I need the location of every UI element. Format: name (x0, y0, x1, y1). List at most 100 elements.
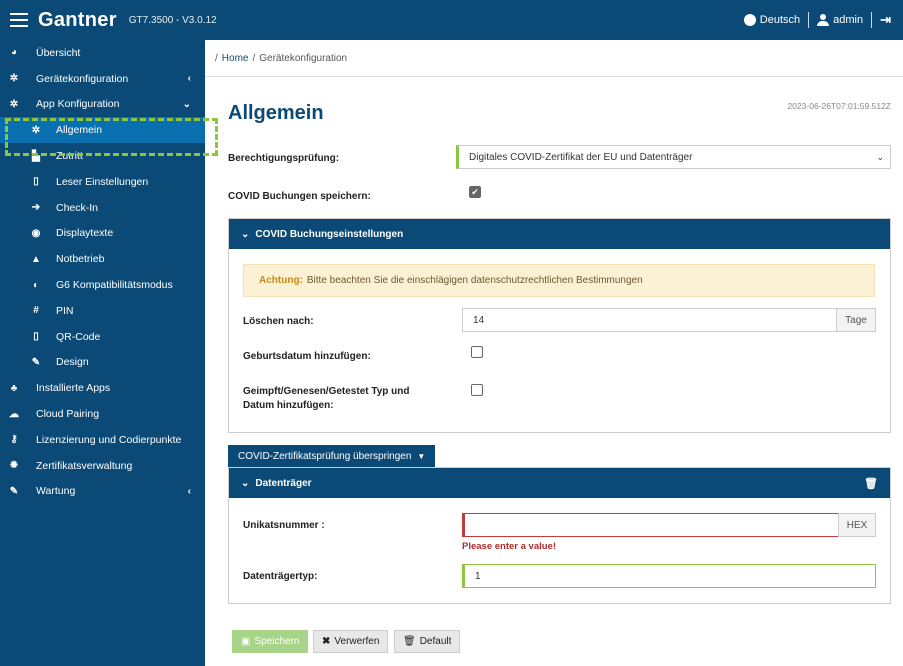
pie-chart-icon: ◕ (10, 47, 18, 59)
sidebar-item-zertifikatsverwaltung[interactable]: ✹ Zertifikatsverwaltung (0, 453, 205, 479)
default-button[interactable]: 🗑 Default (394, 630, 461, 653)
save-bookings-label: COVID Buchungen speichern: (228, 191, 371, 202)
floppy-icon: ▣ (241, 636, 251, 647)
caret-down-icon: ▼ (417, 451, 426, 461)
delete-after-label: Löschen nach: (243, 316, 314, 327)
unique-number-label: Unikatsnummer : (243, 520, 325, 531)
main-content: / Home / Gerätekonfiguration Allgemein 2… (205, 40, 903, 666)
sidebar-item-qr-code[interactable]: ▯ QR-Code (0, 324, 205, 350)
top-bar: Gantner GT7.3500 - V3.0.12 Deutsch admin… (0, 0, 903, 40)
logout-icon[interactable]: ⇥ (880, 12, 891, 28)
sidebar-item-pin[interactable]: # PIN (0, 298, 205, 324)
sidebar-item-label: Cloud Pairing (36, 408, 100, 421)
cogs-icon: ✲ (9, 98, 19, 110)
chevron-down-icon: ⌄ (182, 98, 191, 110)
user-icon (817, 14, 830, 27)
covid-settings-panel: ⌄ COVID Buchungseinstellungen Achtung: B… (228, 218, 891, 433)
sidebar-item-notbetrieb[interactable]: ▲ Notbetrieb (0, 246, 205, 272)
divider (871, 12, 873, 28)
hash-icon: # (33, 305, 39, 317)
qrcode-icon: ▯ (33, 331, 39, 343)
sidebar-item-label: QR-Code (56, 330, 101, 343)
sidebar-item-allgemein[interactable]: ✲ Allgemein (0, 117, 205, 144)
sidebar-item-displaytexte[interactable]: ◉ Displaytexte (0, 221, 205, 247)
sidebar-item-label: Gerätekonfiguration (36, 72, 129, 85)
sidebar-item-app-konfiguration[interactable]: ✲ App Konfiguration ⌄ (0, 92, 205, 118)
chevron-down-icon: ⌄ (241, 477, 250, 489)
breadcrumb: / Home / Gerätekonfiguration (205, 40, 903, 77)
brush-icon: ✎ (31, 356, 41, 368)
covid-panel-header[interactable]: ⌄ COVID Buchungseinstellungen (229, 219, 890, 249)
sidebar-item-leser-einstellungen[interactable]: ▯ Leser Einstellungen (0, 169, 205, 195)
sidebar-item-label: App Konfiguration (36, 98, 120, 111)
breadcrumb-separator: / (252, 52, 256, 64)
save-bookings-checkbox[interactable]: ✔ (469, 186, 481, 198)
globe-icon (743, 14, 756, 27)
birthdate-label: Geburtsdatum hinzufügen: (243, 351, 371, 362)
save-button[interactable]: ▣ Speichern (232, 630, 309, 653)
sidebar-item-label: Design (56, 356, 89, 369)
sidebar-item-lizenzierung-und-codierpunkte[interactable]: ⚷ Lizenzierung und Codierpunkte (0, 427, 205, 453)
divider (808, 12, 810, 28)
sidebar-item-label: Installierte Apps (36, 382, 111, 395)
permission-label: Berechtigungsprüfung: (228, 153, 340, 164)
sidebar-item-label: Lizenzierung und Codierpunkte (36, 433, 182, 446)
sidebar-item-check-in[interactable]: ➔ Check-In (0, 195, 205, 221)
sidebar-item-label: Zertifikatsverwaltung (36, 459, 133, 472)
cog-icon: ✲ (31, 124, 41, 136)
trash-icon[interactable]: 🗑 (864, 477, 878, 490)
skip-check-dropdown[interactable]: COVID-Zertifikatsprüfung überspringen ▼ (228, 445, 436, 467)
delete-after-input[interactable]: 14 (462, 308, 837, 332)
sitemap-icon: ♣ (10, 382, 18, 394)
sidebar-item-label: Displaytexte (56, 227, 114, 240)
door-icon: ▙ (32, 150, 40, 162)
page-title: Allgemein (228, 102, 324, 124)
media-panel-header[interactable]: ⌄ Datenträger 🗑 (229, 468, 890, 498)
sidebar-item-label: Wartung (36, 485, 76, 498)
unique-number-input[interactable] (462, 513, 839, 537)
sidebar-item-label: Notbetrieb (56, 253, 105, 266)
version-label: GT7.3500 - V3.0.12 (128, 14, 217, 26)
sidebar-item-gerätekonfiguration[interactable]: ✲ Gerätekonfiguration ‹ (0, 66, 205, 92)
certificate-icon: ✹ (9, 460, 19, 472)
permission-select[interactable]: Digitales COVID-Zertifikat der EU und Da… (456, 145, 891, 169)
sidebar: ◕ Übersicht ✲ Gerätekonfiguration ‹ ✲ App Konf… (0, 40, 205, 666)
sidebar-item-g6-kompatibilitätsmodus[interactable]: ◐ G6 Kompatibilitätsmodus (0, 272, 205, 298)
days-unit-addon: Tage (836, 308, 876, 332)
sidebar-item-label: Check-In (56, 201, 99, 214)
hamburger-menu-icon[interactable] (10, 13, 28, 27)
sidebar-item-zutritt[interactable]: ▙ Zutritt (0, 143, 205, 169)
vacc-type-checkbox[interactable] (471, 384, 483, 396)
warning-icon: ▲ (31, 253, 41, 265)
globe-icon: ◉ (31, 227, 41, 239)
media-panel: ⌄ Datenträger 🗑 Unikatsnummer : HEX Plea… (228, 467, 891, 604)
sidebar-item-label: PIN (56, 304, 74, 317)
sidebar-item-design[interactable]: ✎ Design (0, 350, 205, 376)
sidebar-item-übersicht[interactable]: ◕ Übersicht (0, 40, 205, 66)
breadcrumb-current[interactable]: Gerätekonfiguration (259, 53, 347, 64)
sidebar-item-label: Leser Einstellungen (56, 175, 149, 188)
shield-icon: ◐ (32, 279, 40, 291)
breadcrumb-home[interactable]: Home (222, 53, 249, 64)
chevron-left-icon: ‹ (187, 485, 191, 497)
chevron-down-icon: ⌄ (876, 151, 884, 162)
discard-button[interactable]: ✖ Verwerfen (313, 630, 389, 653)
chevron-left-icon: ‹ (187, 73, 191, 85)
sign-in-icon: ➔ (31, 202, 41, 214)
timestamp: 2023-06-26T07:01:59.512Z (787, 101, 892, 111)
sidebar-item-cloud-pairing[interactable]: ☁ Cloud Pairing (0, 401, 205, 427)
media-type-input[interactable]: 1 (462, 564, 876, 588)
reader-icon: ▯ (33, 176, 39, 188)
sidebar-item-installierte-apps[interactable]: ♣ Installierte Apps (0, 375, 205, 401)
media-type-label: Datenträgertyp: (243, 571, 318, 582)
language-switcher[interactable]: Deutsch (743, 14, 800, 27)
brand-logo: Gantner (38, 8, 117, 31)
vacc-type-label: Geimpft/Genesen/Getestet Typ und Datum h… (243, 386, 410, 411)
unique-number-error: Please enter a value! (462, 541, 556, 552)
user-menu[interactable]: admin (817, 14, 863, 27)
birthdate-checkbox[interactable] (471, 346, 483, 358)
hex-unit-addon: HEX (838, 513, 876, 537)
sidebar-item-wartung[interactable]: ✎ Wartung ‹ (0, 479, 205, 505)
trash-icon: 🗑 (403, 636, 416, 647)
chevron-down-icon: ⌄ (241, 228, 250, 240)
